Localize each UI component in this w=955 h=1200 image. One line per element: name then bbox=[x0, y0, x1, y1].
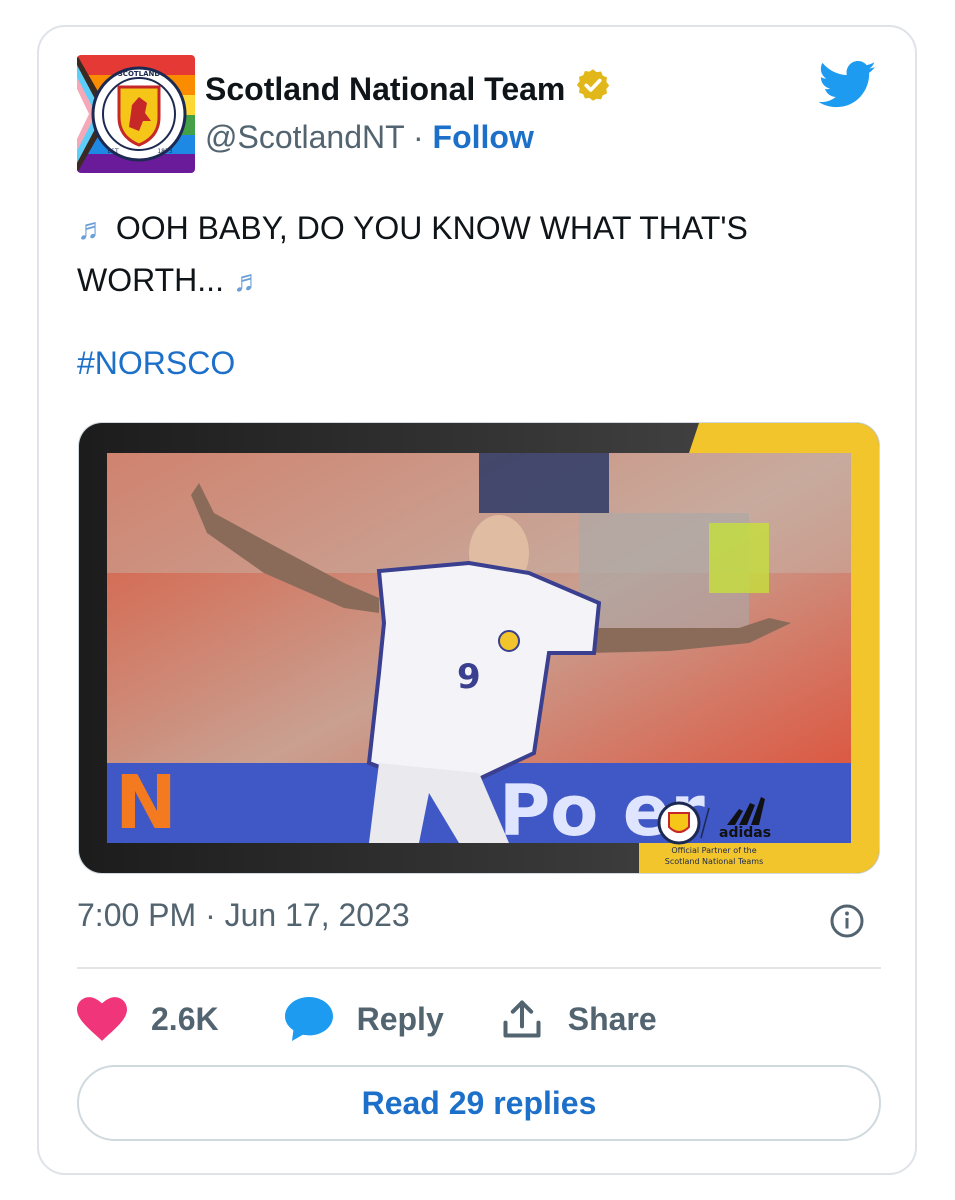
reply-button[interactable]: Reply bbox=[284, 997, 444, 1041]
svg-text:9: 9 bbox=[457, 657, 481, 697]
tweet-text-line2: WORTH... bbox=[77, 262, 224, 298]
svg-text:SCOTLAND: SCOTLAND bbox=[118, 70, 161, 78]
svg-text:1873: 1873 bbox=[157, 148, 172, 155]
svg-text:Scotland National Teams: Scotland National Teams bbox=[665, 857, 764, 866]
tweet-card: SCOTLAND EST 1873 Scotland National Team… bbox=[37, 25, 917, 1175]
celebrating-player-photo: N Po er 9 adidas Official Partner of the… bbox=[79, 423, 879, 873]
share-icon bbox=[503, 1000, 541, 1038]
svg-text:N: N bbox=[115, 760, 177, 846]
music-notes-icon: ♬ bbox=[232, 265, 263, 298]
follow-link[interactable]: Follow bbox=[433, 119, 534, 155]
divider bbox=[77, 967, 881, 969]
read-replies-button[interactable]: Read 29 replies bbox=[77, 1065, 881, 1141]
like-count: 2.6K bbox=[151, 1000, 219, 1037]
author-name[interactable]: Scotland National Team bbox=[205, 71, 565, 108]
svg-text:Official Partner of the: Official Partner of the bbox=[671, 846, 756, 855]
verified-badge-icon bbox=[575, 67, 611, 111]
author-handle[interactable]: @ScotlandNT bbox=[205, 119, 404, 155]
author-name-row[interactable]: Scotland National Team bbox=[205, 67, 611, 111]
tweet-text: ♬ OOH BABY, DO YOU KNOW WHAT THAT'S WORT… bbox=[77, 203, 867, 307]
like-button[interactable]: 2.6K bbox=[77, 997, 219, 1041]
tweet-media-image[interactable]: N Po er 9 adidas Official Partner of the… bbox=[78, 422, 880, 874]
tweet-text-line1: OOH BABY, DO YOU KNOW WHAT THAT'S bbox=[115, 210, 748, 246]
share-label: Share bbox=[567, 1000, 657, 1037]
music-notes-icon: ♬ bbox=[77, 213, 107, 246]
tweet-actions: 2.6K Reply Share bbox=[77, 991, 657, 1047]
heart-icon bbox=[77, 997, 127, 1041]
info-icon[interactable] bbox=[829, 903, 865, 944]
author-handle-row: @ScotlandNT · Follow bbox=[205, 119, 534, 156]
twitter-bird-icon[interactable] bbox=[818, 61, 877, 114]
share-button[interactable]: Share bbox=[500, 997, 657, 1041]
tweet-timestamp[interactable]: 7:00 PM · Jun 17, 2023 bbox=[77, 897, 410, 934]
reply-label: Reply bbox=[356, 1000, 444, 1037]
reply-bubble-icon bbox=[284, 997, 333, 1041]
hashtag-link[interactable]: #NORSCO bbox=[77, 345, 235, 382]
avatar[interactable]: SCOTLAND EST 1873 bbox=[77, 55, 195, 173]
svg-text:adidas: adidas bbox=[719, 825, 771, 841]
handle-separator: · bbox=[412, 119, 424, 155]
scotland-crest-avatar-image: SCOTLAND EST 1873 bbox=[77, 55, 195, 173]
svg-text:EST: EST bbox=[107, 148, 119, 155]
